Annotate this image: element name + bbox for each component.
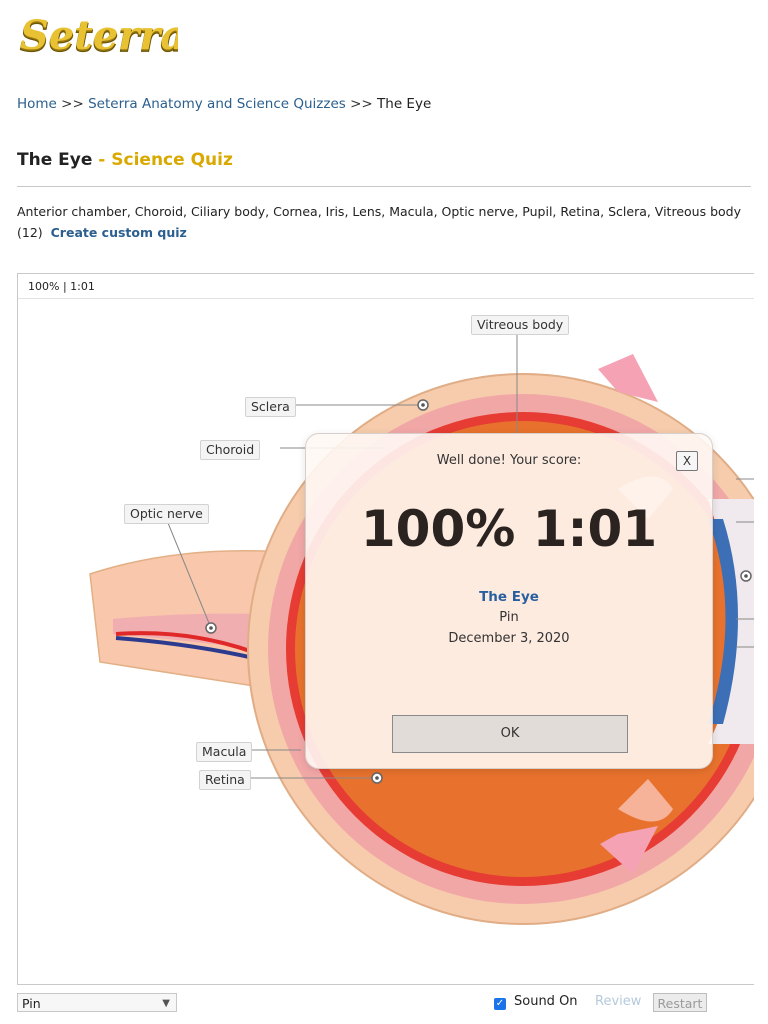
page-title-subtitle: - Science Quiz: [92, 150, 233, 170]
result-date: December 3, 2020: [448, 631, 570, 646]
close-button[interactable]: X: [676, 451, 698, 471]
ok-button[interactable]: OK: [392, 715, 628, 753]
result-modal: Well done! Your score: X 100% 1:01 The E…: [305, 433, 713, 769]
restart-button[interactable]: Restart: [653, 993, 707, 1012]
label-retina[interactable]: Retina: [199, 770, 251, 790]
chevron-down-icon: ▼: [162, 998, 170, 1009]
logo-text-fill: Seterra: [20, 12, 178, 59]
game-mode-select[interactable]: Pin ▼: [17, 993, 177, 1012]
breadcrumb-separator: >>: [345, 96, 378, 112]
breadcrumb: Home >> Seterra Anatomy and Science Quiz…: [17, 96, 431, 112]
label-choroid[interactable]: Choroid: [200, 440, 261, 460]
sound-label: Sound On: [514, 994, 578, 1009]
result-quiz-name: The Eye: [479, 589, 539, 605]
final-score: 100% 1:01: [360, 500, 658, 558]
result-mode: Pin: [499, 610, 519, 625]
result-header: Well done! Your score:: [436, 453, 582, 468]
label-vitreous-body[interactable]: Vitreous body: [471, 315, 570, 335]
label-sclera[interactable]: Sclera: [245, 397, 296, 417]
breadcrumb-current: The Eye: [377, 96, 432, 112]
title-divider: [17, 186, 751, 187]
quiz-description: Anterior chamber, Choroid, Ciliary body,…: [17, 201, 751, 243]
create-custom-quiz-link[interactable]: Create custom quiz: [51, 225, 187, 240]
pin-iris[interactable]: [740, 570, 752, 582]
page-title-main: The Eye: [17, 150, 93, 170]
seterra-logo[interactable]: Seterra Seterra: [18, 6, 178, 62]
breadcrumb-anatomy-quizzes[interactable]: Seterra Anatomy and Science Quizzes: [88, 96, 346, 112]
pin-sclera[interactable]: [417, 399, 429, 411]
sound-toggle[interactable]: ✓ Sound On: [494, 994, 578, 1010]
pin-optic-nerve[interactable]: [205, 622, 217, 634]
game-mode-selected: Pin: [22, 996, 41, 1011]
label-macula[interactable]: Macula: [196, 742, 253, 762]
label-optic-nerve[interactable]: Optic nerve: [124, 504, 209, 524]
breadcrumb-separator: >>: [56, 96, 89, 112]
sound-checkbox[interactable]: ✓: [494, 998, 506, 1010]
pin-retina[interactable]: [371, 772, 383, 784]
review-link[interactable]: Review: [595, 994, 641, 1010]
breadcrumb-home[interactable]: Home: [17, 96, 57, 112]
page-title: The Eye - Science Quiz: [17, 150, 233, 170]
